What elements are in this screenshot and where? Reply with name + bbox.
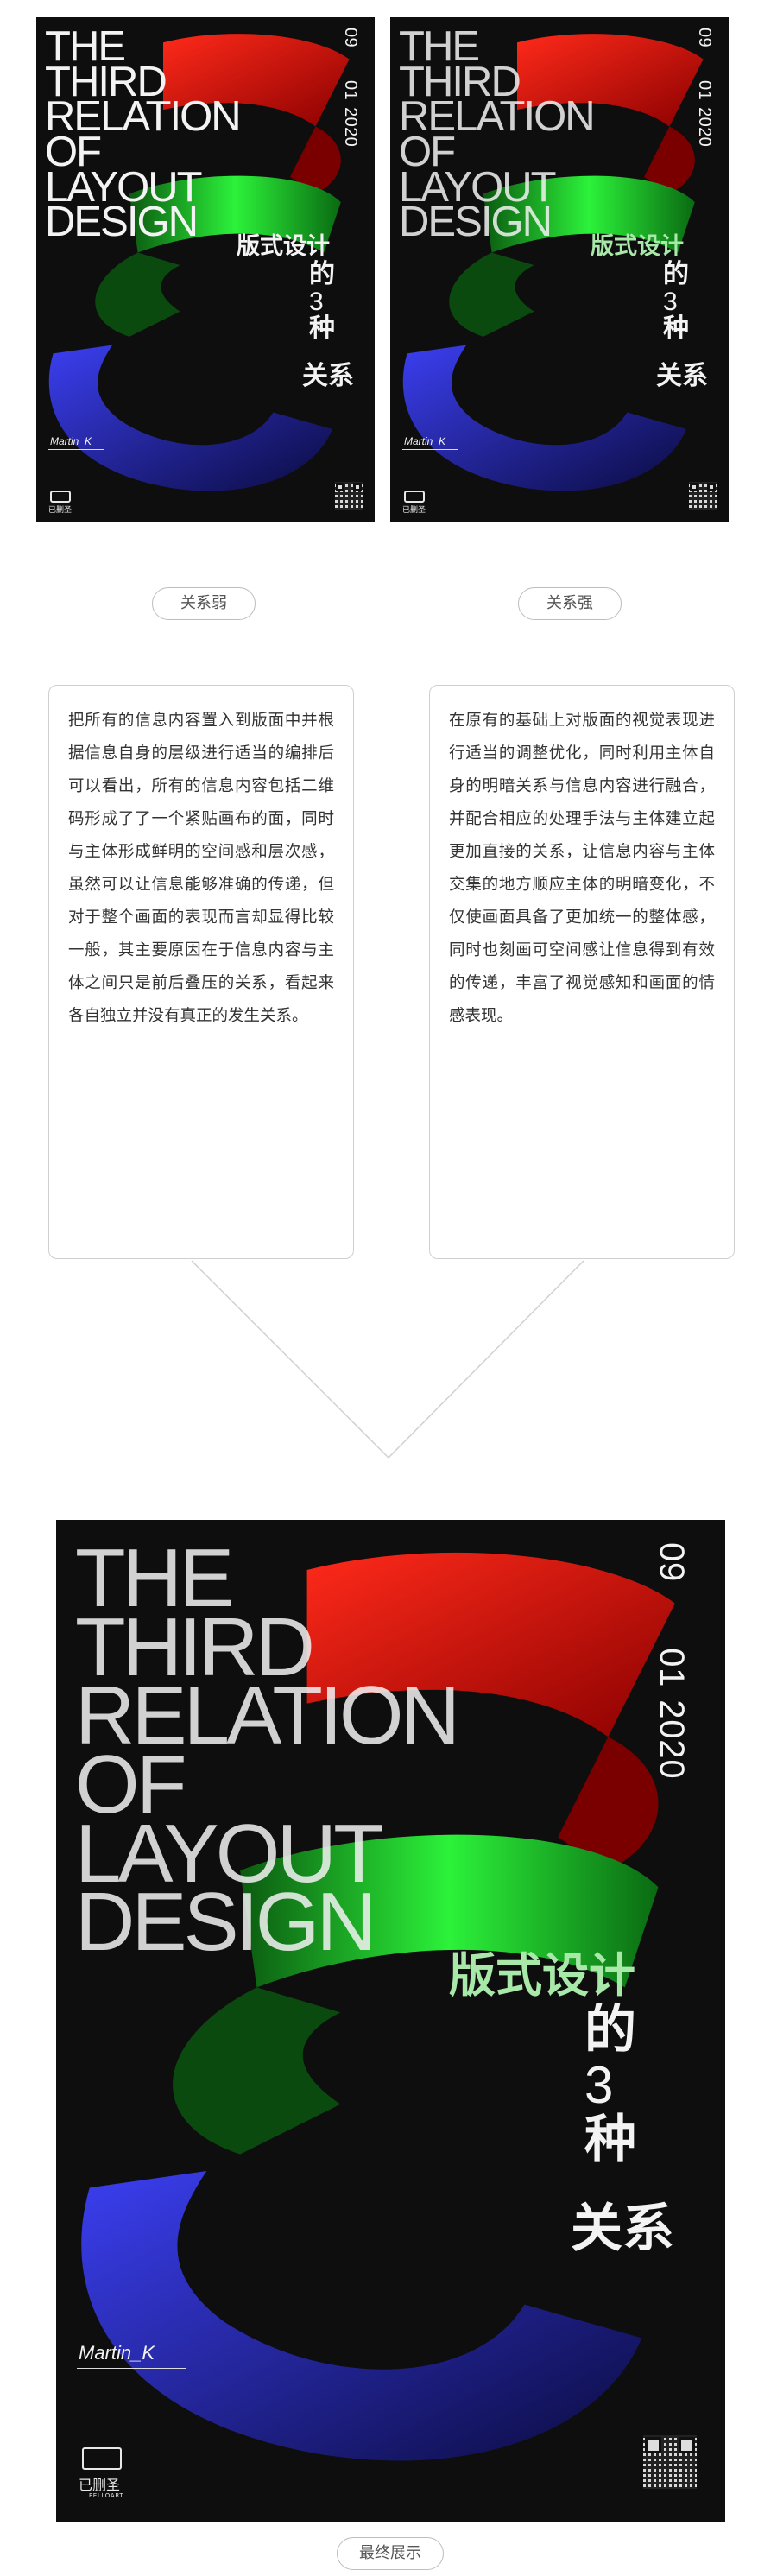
logo-text: 已删圣 [79, 2477, 121, 2493]
cn-line: 关系 [656, 361, 708, 391]
description-strong: 在原有的基础上对版面的视觉表现进行适当的调整优化，同时利用主体自身的明暗关系与信… [429, 685, 735, 1259]
cn-line: 种 [309, 313, 335, 344]
poster-cn-title: 版式设计 [237, 233, 330, 260]
title-line: DESIGN [45, 199, 199, 246]
author-underline [402, 449, 458, 450]
logo-mark [50, 491, 71, 503]
date-month: 09 [695, 28, 714, 48]
poster-strong: THE THIRD RELATION OF LAYOUT DESIGN 版式设计… [390, 17, 729, 522]
logo-text: 已删圣 [48, 506, 73, 515]
poster-cn-relation: 关系 [571, 2202, 674, 2256]
poster-weak: THE THIRD RELATION OF LAYOUT DESIGN 版式设计… [36, 17, 375, 522]
date-day: 01 [695, 80, 714, 101]
poster-title: THE THIRD RELATION OF LAYOUT DESIGN [45, 26, 242, 246]
label-strong: 关系强 [518, 587, 622, 620]
date-year: 2020 [653, 1699, 691, 1780]
poster-cn-sub: 的 3 种 [663, 261, 689, 343]
poster-cn-sub: 的 3 种 [584, 2003, 636, 2168]
label-weak: 关系弱 [152, 587, 256, 620]
poster-date: 09 01 2020 [694, 28, 714, 147]
poster-final: THE THIRD RELATION OF LAYOUT DESIGN 版式设计… [56, 1520, 725, 2522]
cn-number: 3 [584, 2056, 614, 2114]
cn-line: 关系 [571, 2199, 674, 2259]
cn-line: 的 [663, 259, 689, 289]
cn-number: 3 [309, 287, 324, 316]
author-underline [48, 449, 104, 450]
date-month: 09 [653, 1542, 691, 1583]
cn-line: 的 [584, 2000, 636, 2060]
cn-line: 版式设计 [237, 233, 330, 260]
date-year: 2020 [695, 107, 714, 148]
cn-line: 的 [309, 259, 335, 289]
logo-text: 已删圣 [402, 506, 426, 515]
qr-code [335, 482, 363, 510]
connector-lines [191, 1260, 584, 1459]
author-name: Martin_K [50, 435, 92, 447]
cn-number: 3 [663, 287, 678, 316]
title-line: DESIGN [75, 1876, 376, 1969]
cn-line: 种 [584, 2110, 636, 2170]
author-name: Martin_K [404, 435, 446, 447]
author-name: Martin_K [79, 2342, 155, 2364]
description-weak: 把所有的信息内容置入到版面中并根据信息自身的层级进行适当的编排后可以看出，所有的… [48, 685, 354, 1259]
title-line: DESIGN [399, 199, 553, 246]
description-text: 在原有的基础上对版面的视觉表现进行适当的调整优化，同时利用主体自身的明暗关系与信… [449, 712, 715, 1025]
poster-cn-relation: 关系 [302, 363, 354, 390]
logo-mark [404, 491, 425, 503]
poster-date: 09 01 2020 [340, 28, 360, 147]
poster-cn-sub: 的 3 种 [309, 261, 335, 343]
poster-title: THE THIRD RELATION OF LAYOUT DESIGN [75, 1537, 460, 1969]
description-text: 把所有的信息内容置入到版面中并根据信息自身的层级进行适当的编排后可以看出，所有的… [68, 712, 334, 1025]
date-month: 09 [341, 28, 360, 48]
author-underline [77, 2368, 186, 2369]
date-day: 01 [653, 1648, 691, 1688]
poster-date: 09 01 2020 [652, 1542, 691, 1779]
cn-line: 关系 [302, 361, 354, 391]
logo-mark [82, 2447, 122, 2470]
cn-line: 版式设计 [591, 233, 684, 260]
cn-line: 版式设计 [449, 1948, 635, 2003]
qr-code [689, 482, 717, 510]
label-final: 最终展示 [337, 2537, 444, 2570]
cn-line: 种 [663, 313, 689, 344]
poster-cn-relation: 关系 [656, 363, 708, 390]
poster-cn-title: 版式设计 [591, 233, 684, 260]
date-day: 01 [341, 80, 360, 101]
poster-title: THE THIRD RELATION OF LAYOUT DESIGN [399, 26, 596, 246]
poster-cn-title: 版式设计 [449, 1948, 635, 2003]
logo-subtext: FELLOART [89, 2492, 124, 2499]
qr-code [643, 2435, 697, 2489]
date-year: 2020 [341, 107, 360, 148]
